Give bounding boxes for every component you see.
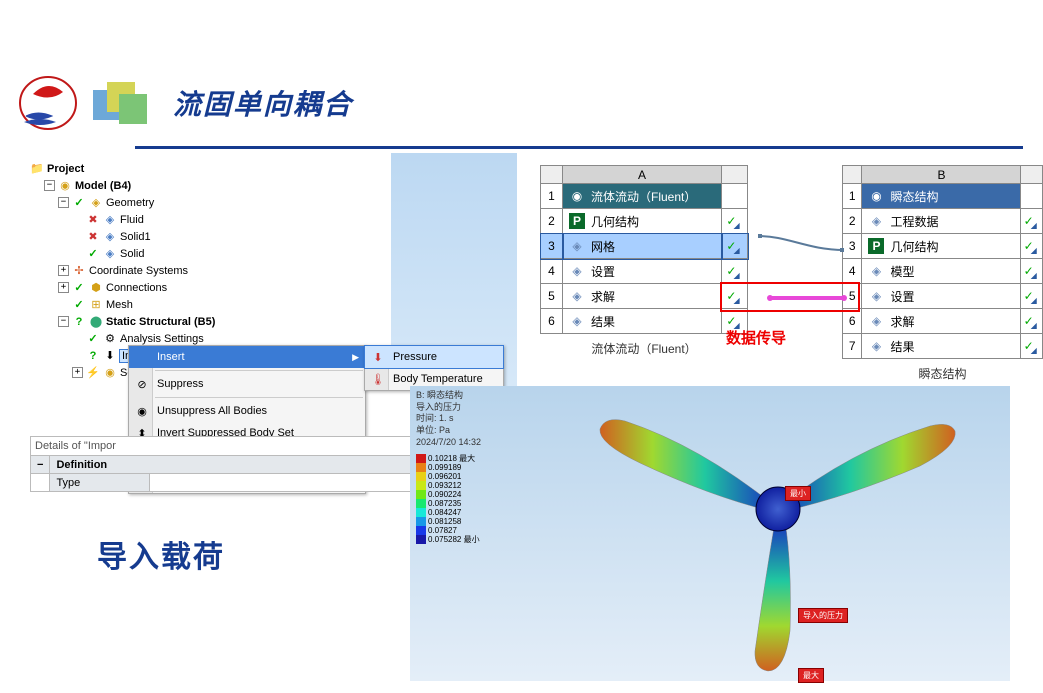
data-transfer-label: 数据传导 <box>726 327 786 348</box>
expander-icon[interactable]: − <box>58 197 69 208</box>
tree-geometry[interactable]: Geometry <box>106 197 154 209</box>
result-viewport[interactable]: B: 瞬态结构 导入的压力 时间: 1. s 单位: Pa 2024/7/20 … <box>410 386 1010 681</box>
menu-insert[interactable]: Insert▶ <box>129 346 365 368</box>
tree-solid1[interactable]: Solid1 <box>120 231 151 243</box>
tree-project[interactable]: Project <box>47 163 84 175</box>
expander-icon[interactable]: + <box>72 367 83 378</box>
propeller-contour <box>570 391 990 681</box>
schematic-cell[interactable]: ◈结果 <box>563 309 721 333</box>
import-load-label: 导入载荷 <box>97 532 225 576</box>
details-type-value[interactable] <box>150 474 420 492</box>
data-connector <box>770 296 844 300</box>
tree-mesh[interactable]: Mesh <box>106 299 133 311</box>
page-title: 流固单向耦合 <box>173 83 353 123</box>
tree-connections[interactable]: Connections <box>106 282 167 294</box>
badge-min: 最小 <box>785 486 811 501</box>
tree-model[interactable]: Model (B4) <box>75 180 131 192</box>
schematic-b-caption: 瞬态结构 <box>842 365 1043 382</box>
expander-icon[interactable]: + <box>58 282 69 293</box>
menu-suppress[interactable]: ⊘Suppress <box>129 373 365 395</box>
badge-import: 导入的压力 <box>798 608 848 623</box>
tree-analysis-settings[interactable]: Analysis Settings <box>120 333 204 345</box>
tree-fluid[interactable]: Fluid <box>120 214 144 226</box>
schematic-cell[interactable]: ◈模型 <box>862 259 1020 283</box>
details-panel: Details of "Impor −Definition Type <box>30 436 420 492</box>
logo-swirl-icon <box>18 74 78 132</box>
schematic-cell[interactable]: ◈工程数据 <box>862 209 1020 233</box>
schematic-cell[interactable]: P几何结构 <box>862 234 1020 258</box>
schematic-cell[interactable]: ◈求解 <box>563 284 721 308</box>
schematic-cell[interactable]: ◈结果 <box>862 334 1020 358</box>
schematic-b[interactable]: B 1◉瞬态结构2◈工程数据✓◢3P几何结构✓◢4◈模型✓◢5◈设置✓◢6◈求解… <box>842 165 1043 382</box>
context-submenu[interactable]: ⬇Pressure 🌡Body Temperature <box>364 345 504 391</box>
schematic-cell[interactable]: P几何结构 <box>563 209 721 233</box>
schematic-a-caption: 流体流动（Fluent） <box>540 340 748 357</box>
badge-max: 最大 <box>798 668 824 683</box>
expander-icon[interactable]: + <box>58 265 69 276</box>
col-header-b: B <box>862 166 1021 184</box>
header-divider <box>135 146 1023 149</box>
schematic-a[interactable]: A 1◉流体流动（Fluent）2P几何结构✓◢3◈网格✓◢4◈设置✓◢5◈求解… <box>540 165 748 357</box>
connector-line <box>758 234 844 254</box>
col-header-a: A <box>563 166 722 184</box>
schematic-cell[interactable]: ◉流体流动（Fluent） <box>563 184 721 208</box>
details-title: Details of "Impor <box>30 436 420 455</box>
tree-coord[interactable]: Coordinate Systems <box>89 265 188 277</box>
schematic-cell[interactable]: ◉瞬态结构 <box>862 184 1020 208</box>
submenu-pressure[interactable]: ⬇Pressure <box>365 346 503 368</box>
menu-unsuppress[interactable]: ◉Unsuppress All Bodies <box>129 400 365 422</box>
chevron-right-icon: ▶ <box>352 352 359 363</box>
schematic-cell[interactable]: ◈网格 <box>563 234 721 258</box>
color-legend: 0.10218 最大0.0991890.0962010.0932120.0902… <box>416 454 480 544</box>
schematic-cell[interactable]: ◈设置 <box>563 259 721 283</box>
expander-icon[interactable]: − <box>44 180 55 191</box>
tree-static[interactable]: Static Structural (B5) <box>106 316 215 328</box>
header: 流固单向耦合 <box>18 74 353 132</box>
schematic-cell[interactable]: ◈设置 <box>862 284 1020 308</box>
details-definition: Definition <box>50 456 420 474</box>
schematic-cell[interactable]: ◈求解 <box>862 309 1020 333</box>
logo-blocks-icon <box>93 78 153 128</box>
expander-icon[interactable]: − <box>58 316 69 327</box>
details-type-label: Type <box>50 474 150 492</box>
viewport-info: B: 瞬态结构 导入的压力 时间: 1. s 单位: Pa 2024/7/20 … <box>416 390 481 448</box>
tree-solid[interactable]: Solid <box>120 248 144 260</box>
